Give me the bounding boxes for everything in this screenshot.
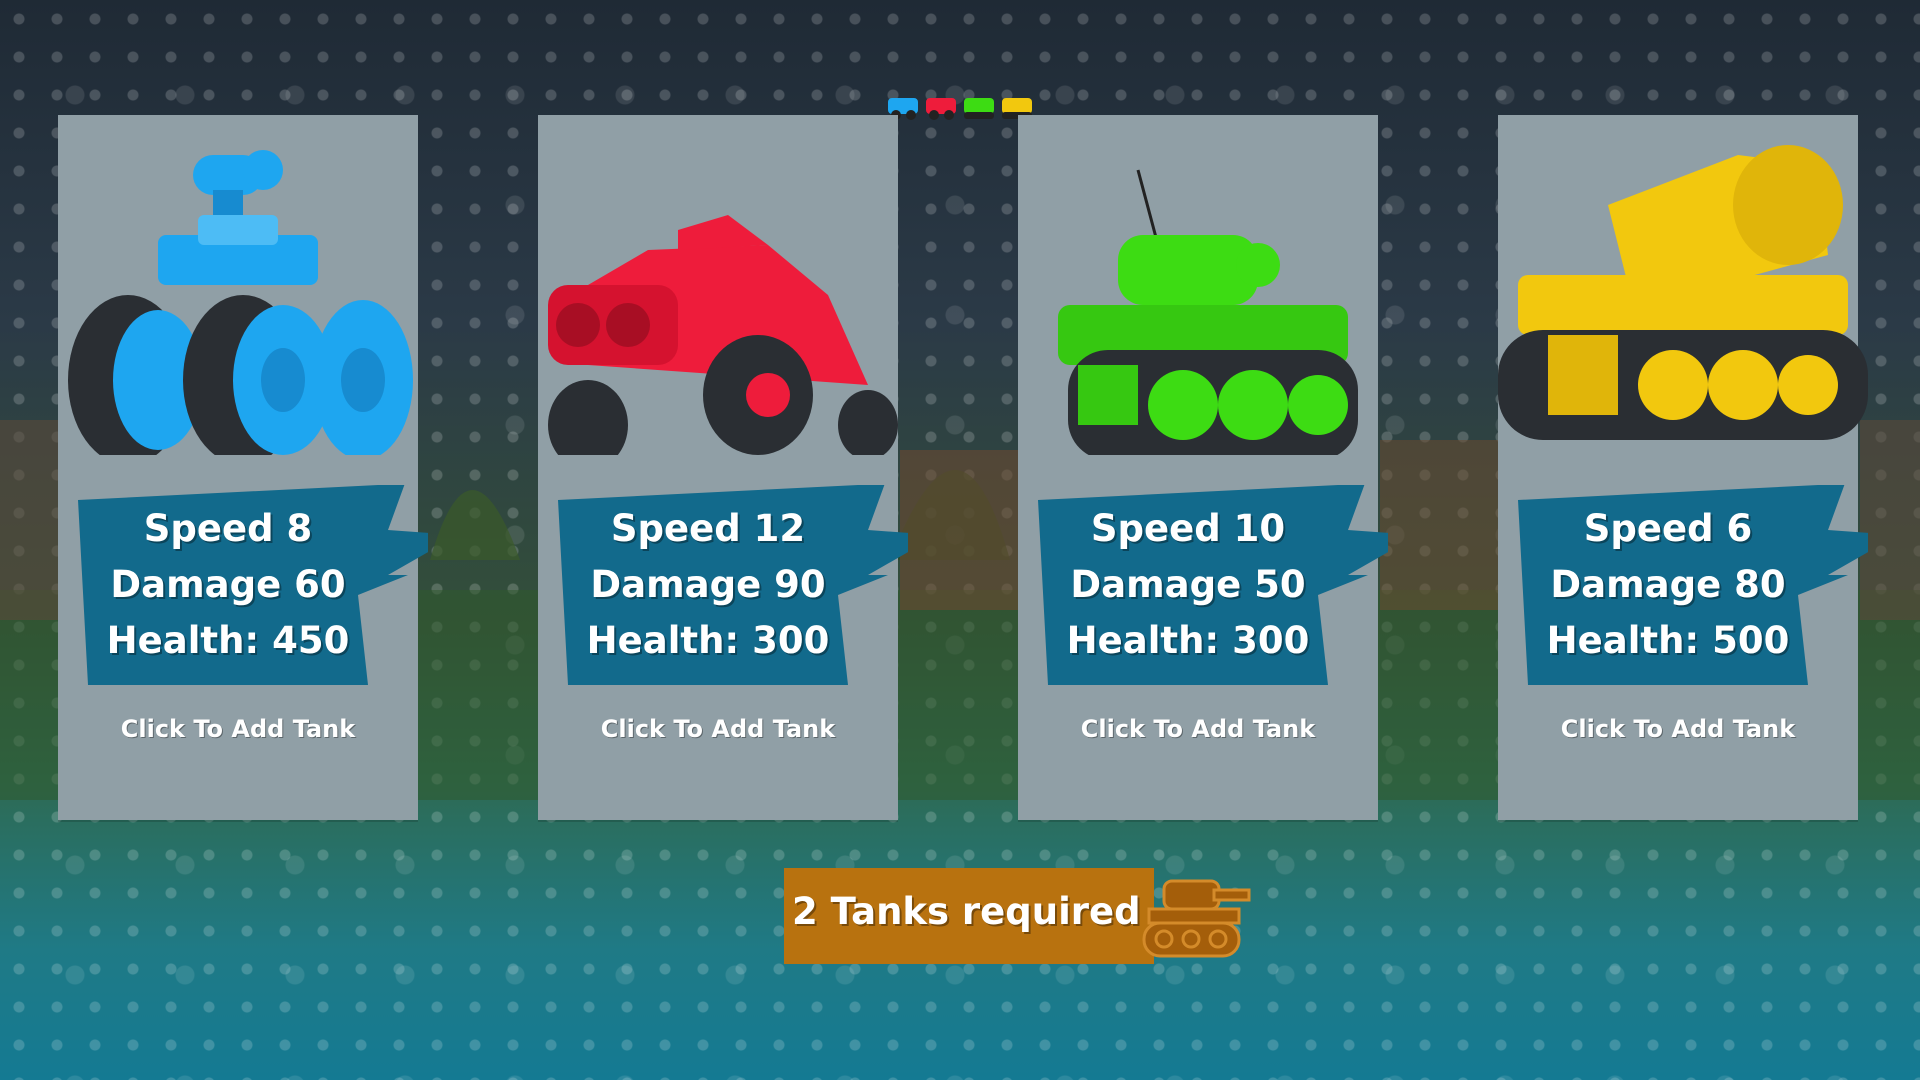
health-stat: Health: 300 — [586, 619, 830, 662]
health-stat: Health: 450 — [106, 619, 350, 662]
tank-card-red[interactable]: Speed 12 Damage 90 Health: 300 Click To … — [538, 115, 908, 820]
red-racer-image — [548, 215, 898, 455]
add-tank-button[interactable]: Click To Add Tank — [1018, 715, 1378, 743]
blue-monster-truck-image — [68, 150, 413, 455]
damage-stat: Damage 90 — [590, 563, 826, 606]
stats-banner: Speed 8 Damage 60 Health: 450 — [78, 485, 428, 695]
tanks-required-text: 2 Tanks required — [792, 890, 1141, 933]
add-tank-button[interactable]: Click To Add Tank — [1498, 715, 1858, 743]
damage-stat: Damage 80 — [1550, 563, 1786, 606]
red-tank-icon — [926, 98, 956, 120]
damage-stat: Damage 50 — [1070, 563, 1306, 606]
yellow-drill-tank-image — [1498, 145, 1868, 440]
speed-stat: Speed 6 — [1583, 507, 1753, 550]
stats-banner: Speed 10 Damage 50 Health: 300 — [1038, 485, 1388, 695]
stats-banner: Speed 6 Damage 80 Health: 500 — [1518, 485, 1868, 695]
health-stat: Health: 500 — [1546, 619, 1790, 662]
tank-card-blue[interactable]: Speed 8 Damage 60 Health: 450 Click To A… — [58, 115, 428, 820]
green-tank-image — [1058, 169, 1358, 455]
speed-stat: Speed 12 — [610, 507, 806, 550]
tanks-required-panel: 2 Tanks required — [784, 868, 1251, 964]
tank-icon — [1142, 879, 1251, 958]
speed-stat: Speed 10 — [1090, 507, 1286, 550]
health-stat: Health: 300 — [1066, 619, 1310, 662]
add-tank-button[interactable]: Click To Add Tank — [58, 715, 418, 743]
damage-stat: Damage 60 — [110, 563, 346, 606]
tank-card-green[interactable]: Speed 10 Damage 50 Health: 300 Click To … — [1018, 115, 1388, 820]
green-tank-icon — [964, 98, 994, 119]
speed-stat: Speed 8 — [143, 507, 313, 550]
tank-card-yellow[interactable]: Speed 6 Damage 80 Health: 500 Click To A… — [1498, 115, 1868, 820]
add-tank-button[interactable]: Click To Add Tank — [538, 715, 898, 743]
stats-banner: Speed 12 Damage 90 Health: 300 — [558, 485, 908, 695]
